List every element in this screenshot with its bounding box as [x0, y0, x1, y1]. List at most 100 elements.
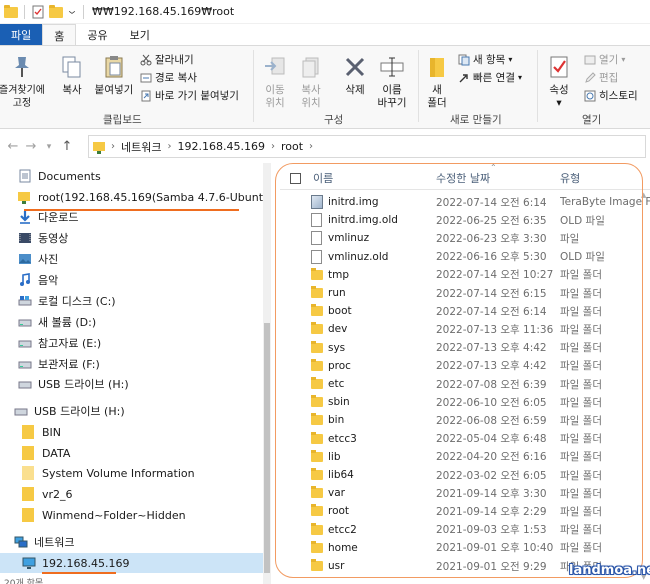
nav-item-folder[interactable]: BIN	[22, 422, 61, 442]
column-header-type[interactable]: 유형	[560, 168, 580, 188]
select-all-checkbox[interactable]	[290, 168, 301, 188]
open-button[interactable]: 열기 ▾	[584, 52, 625, 67]
file-row[interactable]: dev 2022-07-13 오후 11:36 파일 폴더	[280, 320, 650, 338]
rename-button[interactable]: 이름 바꾸기	[374, 54, 410, 110]
copy-path-button[interactable]: 경로 복사	[140, 70, 197, 85]
nav-item-root-share[interactable]: root(192.168.45.169(Samba 4.7.6-Ubuntu))	[18, 187, 270, 207]
file-modified-date: 2021-09-01 오후 10:40	[436, 542, 554, 555]
tab-file[interactable]: 파일	[0, 24, 43, 46]
nav-item-drive-e[interactable]: 참고자료 (E:)	[18, 333, 101, 353]
nav-item-usb-h-root[interactable]: USB 드라이브 (H:)	[14, 401, 125, 421]
file-scrollbar[interactable]: ▲ ▼	[641, 191, 649, 581]
nav-item-drive-f[interactable]: 보관저료 (F:)	[18, 354, 100, 374]
tab-share[interactable]: 공유	[76, 24, 118, 46]
file-row[interactable]: proc 2022-07-13 오후 4:42 파일 폴더	[280, 357, 650, 375]
column-header-modified[interactable]: 수정한 날짜	[436, 168, 490, 188]
file-row[interactable]: etcc2 2021-09-03 오후 1:53 파일 폴더	[280, 521, 650, 539]
nav-item-documents[interactable]: Documents	[18, 166, 101, 186]
pin-quick-access-button[interactable]: 즐겨찾기에 고정	[0, 54, 45, 110]
column-header-name[interactable]: 이름	[313, 168, 333, 188]
address-bar: ← → ▾ ↑ › 네트워크 › 192.168.45.169 › root ›	[0, 130, 650, 163]
paste-shortcut-button[interactable]: 바로 가기 붙여넣기	[140, 88, 239, 103]
file-row[interactable]: lib64 2022-03-02 오전 6:05 파일 폴더	[280, 466, 650, 484]
nav-item-folder[interactable]: vr2_6	[22, 484, 73, 504]
file-type: TeraByte Image Fi...	[560, 196, 650, 209]
nav-item-folder[interactable]: Winmend~Folder~Hidden	[22, 505, 186, 525]
chevron-down-icon[interactable]: ▾	[40, 142, 58, 152]
delete-icon	[345, 57, 365, 77]
nav-item-folder[interactable]: System Volume Information	[22, 463, 195, 483]
nav-item-usb-h[interactable]: USB 드라이브 (H:)	[18, 374, 129, 394]
file-row[interactable]: etcc3 2022-05-04 오후 6:48 파일 폴더	[280, 430, 650, 448]
file-row[interactable]: initrd.img 2022-07-14 오전 6:14 TeraByte Ima…	[280, 193, 650, 211]
copy-button[interactable]: 복사	[58, 54, 86, 97]
file-row[interactable]: initrd.img.old 2022-06-25 오전 6:35 OLD 파일	[280, 211, 650, 229]
file-name: usr	[328, 560, 345, 573]
file-row[interactable]: vmlinuz.old 2022-06-16 오후 5:30 OLD 파일	[280, 248, 650, 266]
copy-to-label: 복사 위치	[301, 84, 321, 109]
file-row[interactable]: root 2021-09-14 오후 2:29 파일 폴더	[280, 502, 650, 520]
window-title: ₩₩192.168.45.169₩root	[92, 5, 235, 18]
easy-access-button[interactable]: 빠른 연결 ▾	[458, 70, 522, 85]
nav-item-videos[interactable]: 동영상	[18, 228, 68, 248]
watermark: landmoa.net	[569, 563, 650, 578]
file-row[interactable]: sys 2022-07-13 오후 4:42 파일 폴더	[280, 339, 650, 357]
copy-to-button[interactable]: 복사 위치	[294, 54, 328, 110]
forward-arrow-icon[interactable]: →	[22, 139, 40, 154]
file-row[interactable]: boot 2022-07-14 오전 6:14 파일 폴더	[280, 302, 650, 320]
up-arrow-icon[interactable]: ↑	[58, 139, 76, 154]
properties-button[interactable]: 속성 ▾	[544, 54, 574, 110]
breadcrumb-item[interactable]: 네트워크	[121, 139, 161, 155]
open-icon	[584, 55, 596, 64]
nav-item-host[interactable]: 192.168.45.169	[0, 553, 263, 573]
folder-icon	[22, 446, 36, 460]
move-to-button[interactable]: 이동 위치	[258, 54, 292, 110]
nav-item-pictures[interactable]: 사진	[18, 249, 58, 269]
file-type: 파일 폴더	[560, 505, 602, 518]
nav-item-music[interactable]: 음악	[18, 270, 58, 290]
file-modified-date: 2022-07-14 오전 6:15	[436, 287, 547, 300]
scroll-up-icon[interactable]: ▲	[641, 191, 646, 199]
file-row[interactable]: run 2022-07-14 오전 6:15 파일 폴더	[280, 284, 650, 302]
nav-item-folder[interactable]: DATA	[22, 443, 70, 463]
history-button[interactable]: 히스토리	[584, 88, 638, 103]
file-row[interactable]: sbin 2022-06-10 오전 6:05 파일 폴더	[280, 393, 650, 411]
file-row[interactable]: bin 2022-06-08 오전 6:59 파일 폴더	[280, 411, 650, 429]
file-row[interactable]: lib 2022-04-20 오전 6:16 파일 폴더	[280, 448, 650, 466]
pin-label: 즐겨찾기에 고정	[0, 85, 45, 109]
file-row[interactable]: tmp 2022-07-14 오전 10:27 파일 폴더	[280, 266, 650, 284]
delete-button[interactable]: 삭제	[338, 54, 372, 97]
properties-icon[interactable]	[31, 5, 45, 19]
nav-item-drive-d[interactable]: 새 볼륨 (D:)	[18, 312, 96, 332]
nav-item-drive-c[interactable]: 로컬 디스크 (C:)	[18, 291, 116, 311]
copy-path-label: 경로 복사	[155, 72, 197, 84]
breadcrumb-item[interactable]: root	[281, 140, 303, 153]
new-item-button[interactable]: 새 항목 ▾	[458, 52, 512, 67]
copy-to-icon	[302, 57, 319, 78]
nav-item-label: 참고자료 (E:)	[38, 337, 102, 350]
tab-view[interactable]: 보기	[119, 24, 161, 46]
file-row[interactable]: etc 2022-07-08 오전 6:39 파일 폴더	[280, 375, 650, 393]
paste-button[interactable]: 붙여넣기	[92, 54, 136, 97]
file-modified-date: 2022-07-14 오전 6:14	[436, 305, 547, 318]
tab-home[interactable]: 홈	[42, 24, 77, 46]
file-modified-date: 2022-07-13 오후 11:36	[436, 323, 554, 336]
cut-button[interactable]: 잘라내기	[140, 52, 194, 67]
divider	[24, 4, 25, 19]
back-arrow-icon[interactable]: ←	[4, 139, 22, 154]
new-folder-icon[interactable]	[49, 4, 63, 19]
breadcrumb[interactable]: › 네트워크 › 192.168.45.169 › root ›	[88, 135, 646, 158]
move-to-icon	[265, 57, 285, 75]
new-folder-button[interactable]: 새 폴더	[422, 54, 452, 110]
nav-item-label: USB 드라이브 (H:)	[34, 405, 125, 418]
breadcrumb-item[interactable]: 192.168.45.169	[177, 140, 264, 153]
nav-scrollbar-thumb[interactable]	[264, 323, 270, 573]
pin-icon	[15, 57, 29, 77]
file-row[interactable]: vmlinuz 2022-06-23 오후 3:30 파일	[280, 229, 650, 247]
nav-item-network[interactable]: 네트워크	[14, 532, 74, 552]
edit-button[interactable]: 편집	[584, 70, 618, 85]
chevron-down-icon[interactable]	[67, 5, 77, 19]
copy-label: 복사	[62, 84, 82, 96]
file-row[interactable]: home 2021-09-01 오후 10:40 파일 폴더	[280, 539, 650, 557]
file-row[interactable]: var 2021-09-14 오후 3:30 파일 폴더	[280, 484, 650, 502]
